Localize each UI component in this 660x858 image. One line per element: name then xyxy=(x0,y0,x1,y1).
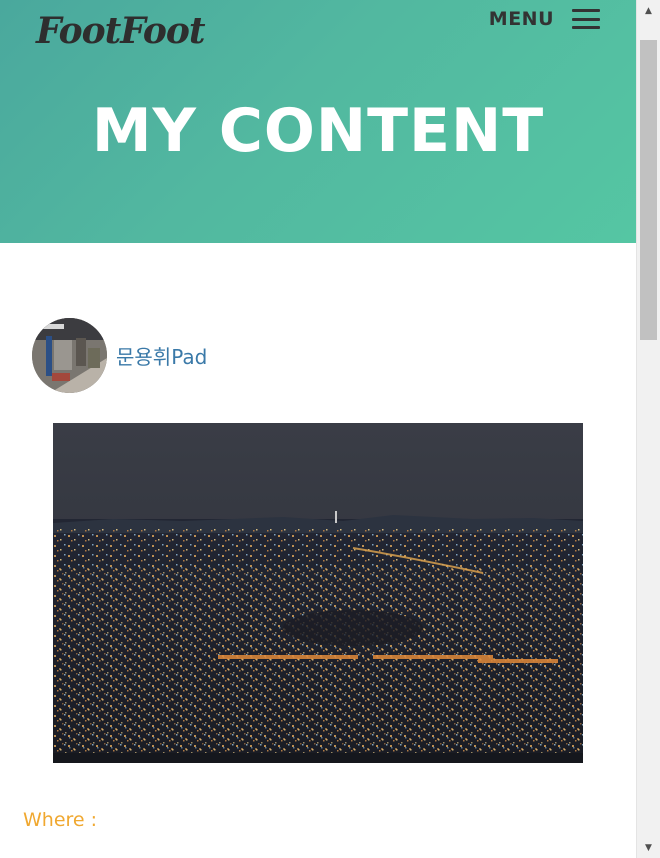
site-logo[interactable]: FootFoot xyxy=(36,10,205,52)
author-name-link[interactable]: 문용휘Pad xyxy=(116,341,207,370)
author-block: 문용휘Pad xyxy=(32,318,207,393)
page-title: MY CONTENT xyxy=(91,96,545,166)
page: FootFoot MENU MY CONTENT 문용휘Pad Where: xyxy=(0,0,636,858)
hero-banner: FootFoot MENU MY CONTENT xyxy=(0,0,636,243)
menu-label[interactable]: MENU xyxy=(489,8,554,30)
scroll-up-arrow-icon[interactable]: ▲ xyxy=(637,2,660,19)
scroll-thumb[interactable] xyxy=(640,40,657,340)
menu-toggle[interactable]: MENU xyxy=(489,8,600,30)
where-label: Where : xyxy=(23,809,98,831)
vertical-scrollbar[interactable]: ▲ ▼ xyxy=(636,0,660,858)
hamburger-icon[interactable] xyxy=(572,9,600,29)
scroll-down-arrow-icon[interactable]: ▼ xyxy=(637,839,660,856)
avatar[interactable] xyxy=(32,318,107,393)
night-city-photo xyxy=(53,423,583,763)
post-image[interactable] xyxy=(53,423,583,763)
avatar-photo xyxy=(32,318,107,393)
